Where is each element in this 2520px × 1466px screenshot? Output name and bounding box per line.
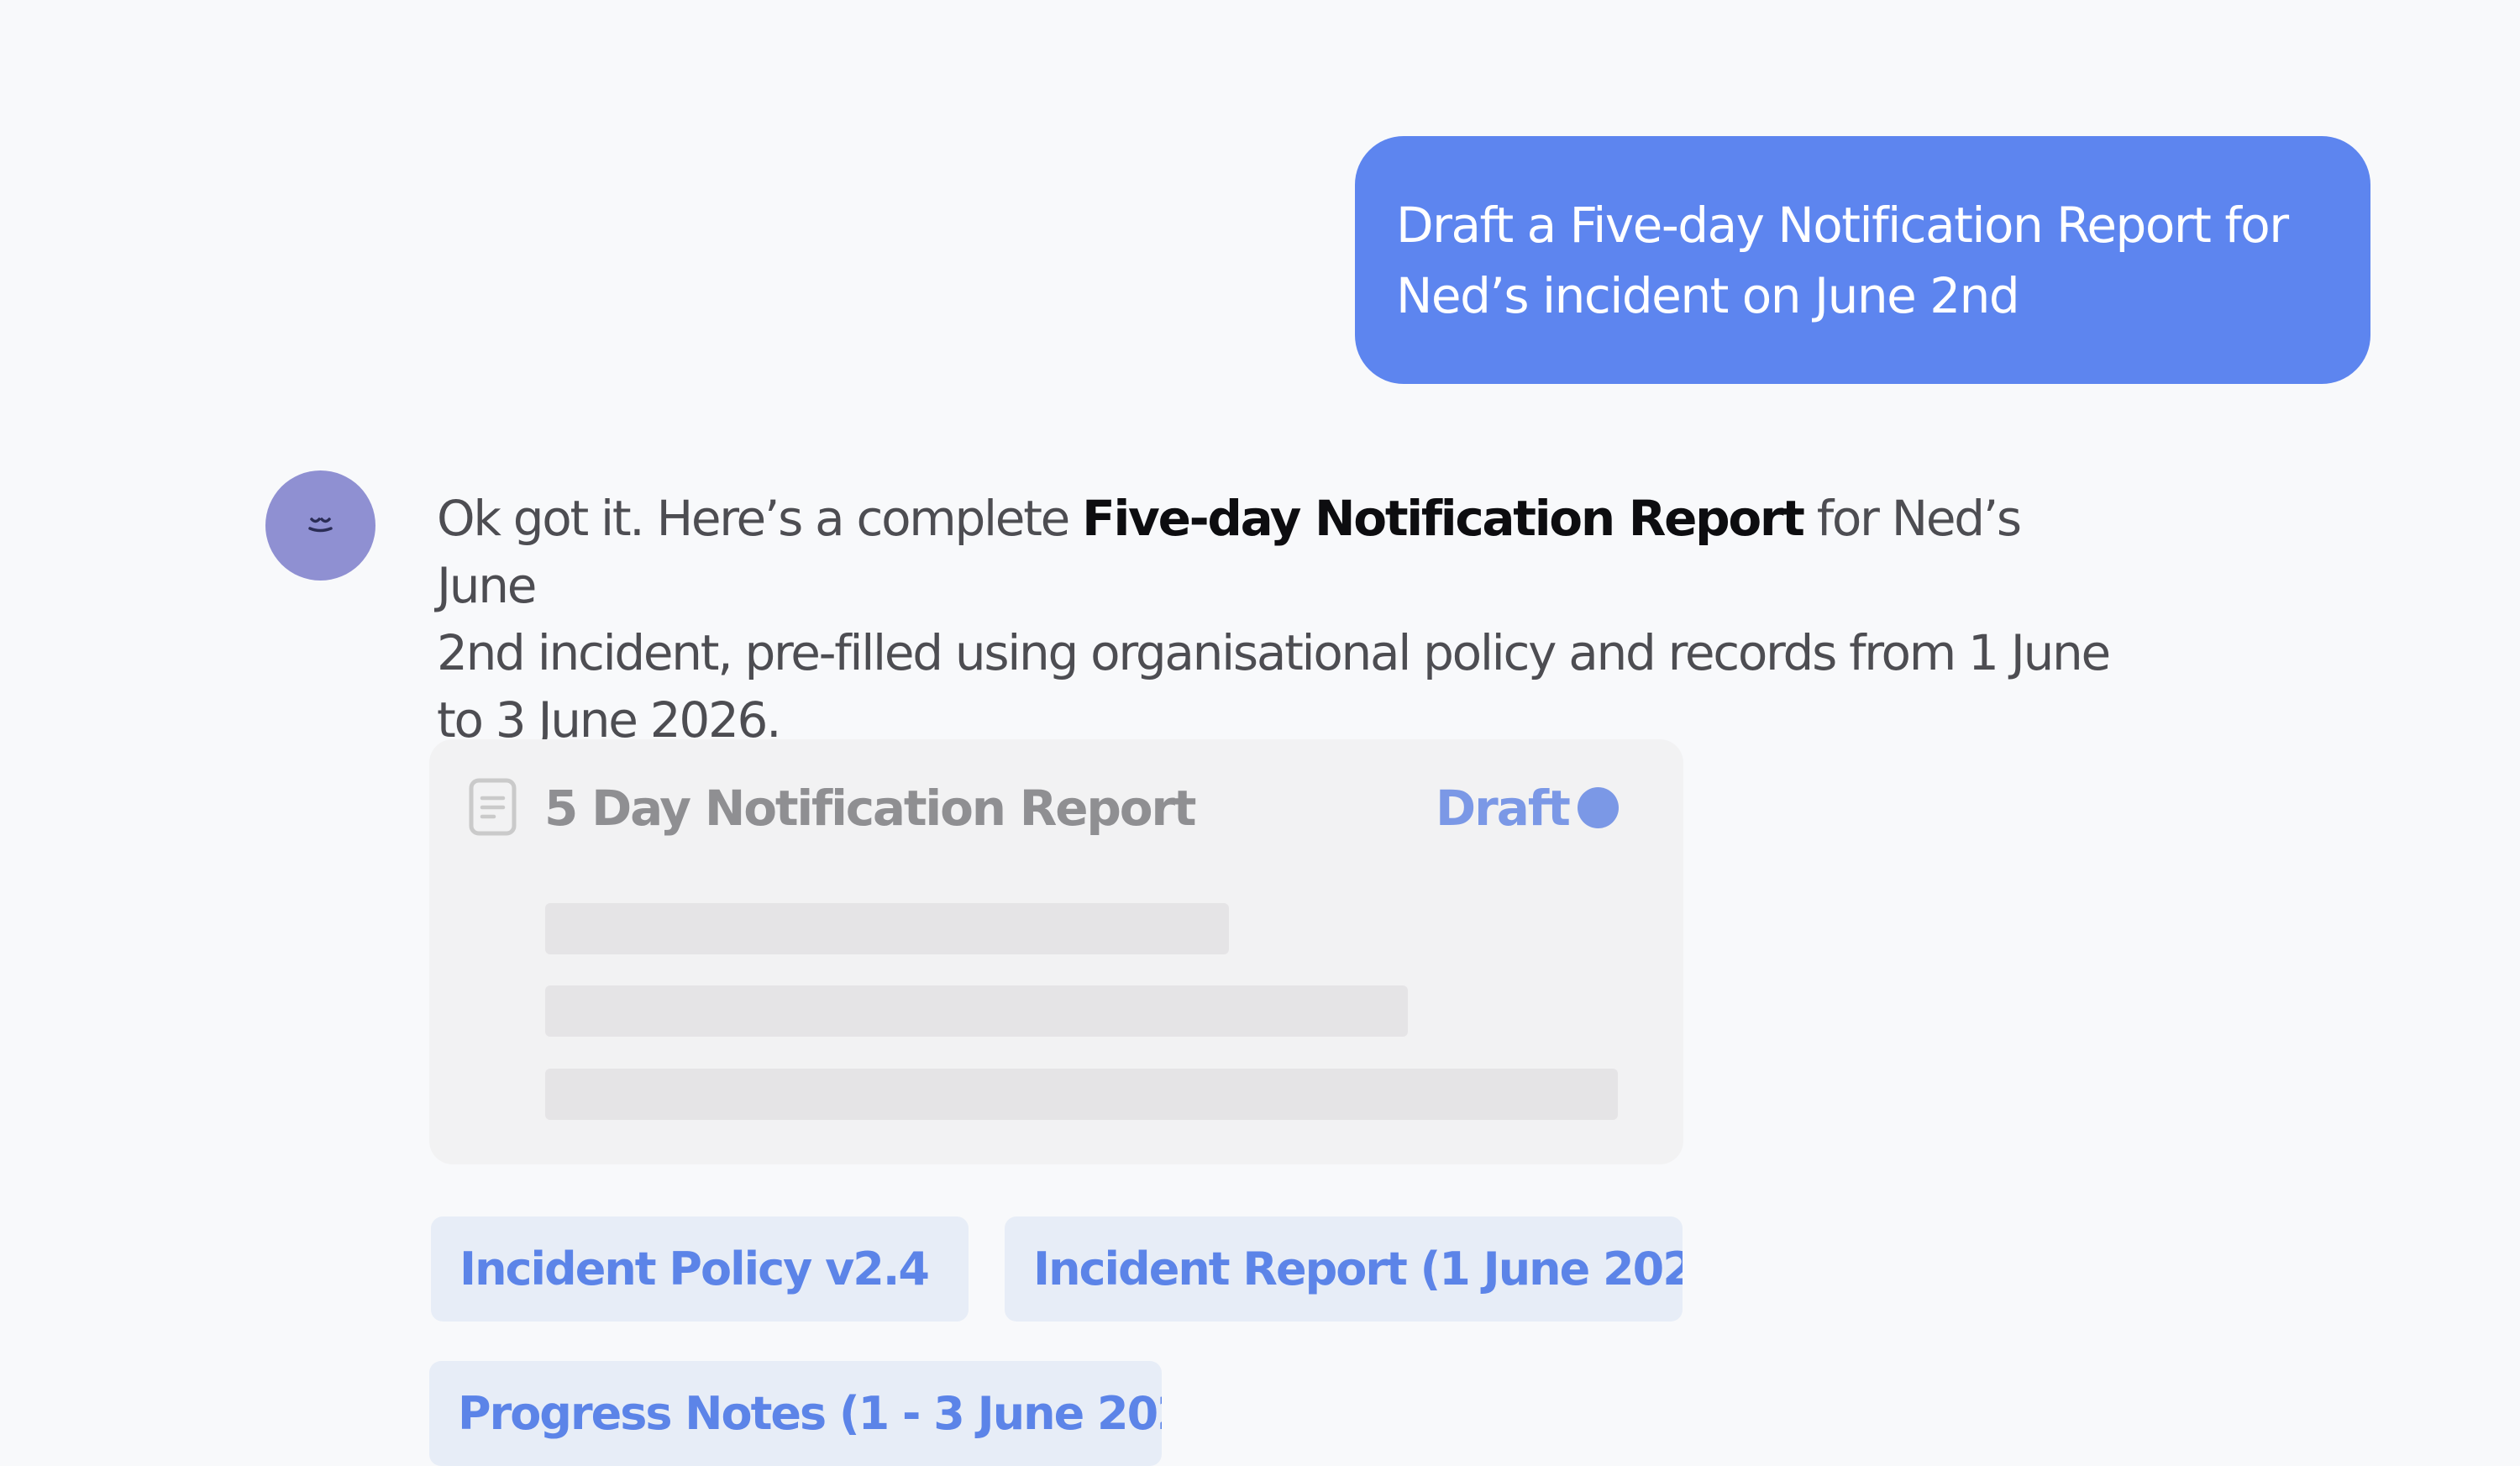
document-icon [469,778,517,836]
assistant-avatar [265,470,375,581]
user-message-line-2: Ned’s incident on June 2nd [1396,267,2020,324]
report-document-card[interactable]: 5 Day Notification Report Draft [429,739,1683,1164]
status-badge: Draft [1436,780,1571,837]
assistant-message-line-2: 2nd incident, pre-filled using organisat… [437,624,2111,681]
sleepy-face-icon [308,518,333,533]
document-title: 5 Day Notification Report [544,780,1197,837]
source-chip-progress-notes[interactable]: Progress Notes (1 - 3 June 2026) [429,1361,1162,1466]
status-dot [1578,787,1619,828]
assistant-message-line-1: Ok got it. Here’s a complete Five-day No… [437,485,2117,619]
assistant-message: Ok got it. Here’s a complete Five-day No… [437,485,2117,754]
source-chip-incident-report[interactable]: Incident Report (1 June 2026) [1005,1216,1683,1322]
user-message-line-1: Draft a Five-day Notification Report for [1396,197,2289,254]
report-name-emphasis: Five-day Notification Report [1082,490,1805,547]
content-placeholder-line [545,985,1408,1037]
content-placeholder-line [545,1069,1618,1120]
assistant-text-intro: Ok got it. Here’s a complete [437,490,1083,547]
source-chip-incident-policy[interactable]: Incident Policy v2.4 [431,1216,969,1322]
user-message-bubble: Draft a Five-day Notification Report for… [1355,136,2370,384]
content-placeholder-line [545,903,1229,954]
